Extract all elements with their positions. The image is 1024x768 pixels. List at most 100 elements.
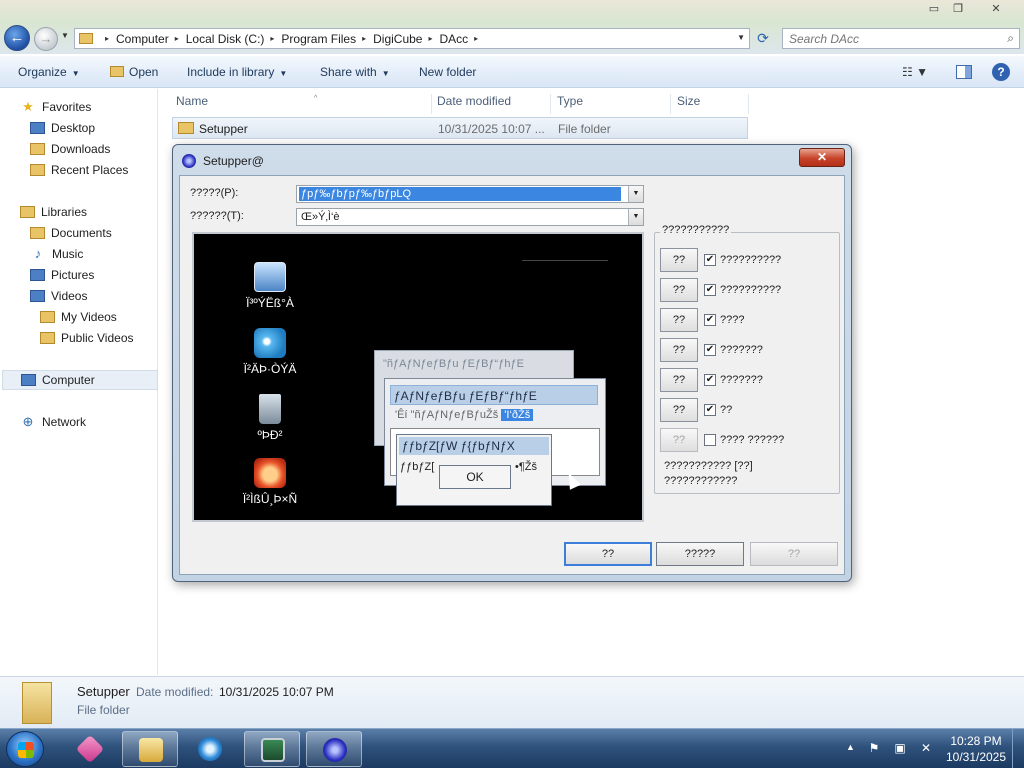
option-checkbox-2[interactable]: ✔: [704, 284, 716, 296]
column-header-date-modified[interactable]: Date modified: [437, 94, 551, 114]
preview-icon-recycle-bin[interactable]: ºÞÐ²: [230, 394, 310, 442]
preview-icon-network[interactable]: Ï²ÌßÛ¸Þ×Ñ: [230, 458, 310, 506]
taskbar-setupper[interactable]: [306, 731, 362, 767]
option-button-7[interactable]: ??: [660, 428, 698, 452]
recent-pages-button[interactable]: ▼: [61, 31, 69, 40]
change-view-button[interactable]: ☷ ▼: [902, 65, 928, 79]
folder-icon: [178, 122, 194, 134]
taskbar-monitor-app[interactable]: [244, 731, 300, 767]
address-bar[interactable]: ▸ Computer ▸ Local Disk (C:) ▸ Program File…: [74, 28, 750, 49]
breadcrumb-label[interactable]: DigiCube: [373, 32, 422, 46]
breadcrumb-label[interactable]: DAcc: [440, 32, 469, 46]
breadcrumb-local-disk[interactable]: ▸ Local Disk (C:): [169, 32, 265, 46]
nav-pictures[interactable]: Pictures: [30, 265, 94, 285]
nav-libraries[interactable]: Libraries: [20, 202, 87, 222]
taskbar-browser[interactable]: [182, 731, 238, 767]
clock-time[interactable]: 10:28 PM: [948, 734, 1004, 748]
column-header-size[interactable]: Size: [677, 94, 749, 114]
start-button[interactable]: [6, 731, 44, 767]
nav-documents[interactable]: Documents: [30, 223, 112, 243]
preview-icon-documents[interactable]: Ï²ÄÞ·­ÒÝÄ: [230, 328, 310, 376]
preview-ok-button[interactable]: OK: [439, 465, 511, 489]
breadcrumb-digicube[interactable]: ▸ DigiCube: [356, 32, 422, 46]
breadcrumb-label[interactable]: Computer: [116, 32, 169, 46]
help-icon[interactable]: ?: [992, 63, 1010, 81]
refresh-button[interactable]: ⟳: [752, 28, 774, 49]
include-in-library-label: Include in library: [187, 65, 275, 79]
close-window-button[interactable]: ✕: [972, 0, 1020, 18]
option-button-2[interactable]: ??: [660, 278, 698, 302]
nav-public-videos[interactable]: Public Videos: [40, 328, 134, 348]
action-center-flag-icon[interactable]: ⚑: [866, 741, 882, 755]
organize-button[interactable]: Organize ▼: [18, 65, 80, 79]
breadcrumb-separator[interactable]: ▸: [105, 34, 109, 43]
search-icon[interactable]: ⌕: [1007, 31, 1014, 46]
column-header-name[interactable]: Name ^: [176, 94, 432, 114]
back-button[interactable]: ←: [4, 25, 30, 51]
option-button-6[interactable]: ??: [660, 398, 698, 422]
chevron-down-icon[interactable]: ▼: [628, 209, 643, 225]
chevron-down-icon[interactable]: ▼: [628, 186, 643, 202]
dialog-close-button[interactable]: ✕: [799, 148, 845, 167]
breadcrumb-separator[interactable]: ▸: [362, 34, 366, 43]
address-dropdown-icon[interactable]: ▼: [737, 33, 745, 42]
nav-videos[interactable]: Videos: [30, 286, 87, 306]
search-input[interactable]: [783, 29, 993, 48]
show-desktop-button[interactable]: [1012, 729, 1024, 768]
nav-desktop[interactable]: Desktop: [30, 118, 95, 138]
nav-my-videos[interactable]: My Videos: [40, 307, 117, 327]
nav-label: Public Videos: [61, 331, 134, 345]
documents-icon: [30, 227, 45, 239]
nav-favorites[interactable]: ★ Favorites: [20, 97, 91, 117]
dialog-cancel-button[interactable]: ?????: [656, 542, 744, 566]
nav-recent-places[interactable]: Recent Places: [30, 160, 128, 180]
minimize-button[interactable]: ▭: [922, 0, 946, 18]
option-button-3[interactable]: ??: [660, 308, 698, 332]
table-row[interactable]: Setupper 10/31/2025 10:07 ... File folde…: [172, 117, 748, 139]
option-checkbox-5[interactable]: ✔: [704, 374, 716, 386]
breadcrumb-label[interactable]: Program Files: [281, 32, 356, 46]
breadcrumb-label[interactable]: Local Disk (C:): [186, 32, 265, 46]
maximize-button[interactable]: ❐: [946, 0, 970, 18]
breadcrumb-separator[interactable]: ▸: [428, 34, 432, 43]
preview-message-box[interactable]: ƒƒbƒZ[ƒW ƒ{ƒbƒNƒX ƒƒbƒZ[ •¶Žš OK: [396, 434, 552, 506]
option-checkbox-1[interactable]: ✔: [704, 254, 716, 266]
dialog-ok-button[interactable]: ??: [564, 542, 652, 566]
option-button-4[interactable]: ??: [660, 338, 698, 362]
nav-music[interactable]: ♪ Music: [30, 244, 84, 264]
breadcrumb-separator[interactable]: ▸: [474, 34, 478, 43]
volume-muted-icon[interactable]: ✕: [918, 741, 934, 755]
nav-downloads[interactable]: Downloads: [30, 139, 110, 159]
option-button-1[interactable]: ??: [660, 248, 698, 272]
include-in-library-button[interactable]: Include in library ▼: [187, 65, 287, 79]
option-checkbox-6[interactable]: ✔: [704, 404, 716, 416]
forward-button[interactable]: →: [34, 27, 58, 51]
taskbar-explorer[interactable]: [122, 731, 178, 767]
open-button[interactable]: Open: [110, 65, 158, 79]
preview-icon-computer[interactable]: Ï³ºÝËß­°À: [230, 262, 310, 310]
clock-date[interactable]: 10/31/2025: [940, 750, 1012, 764]
breadcrumb-dacc[interactable]: ▸ DAcc ▸: [422, 32, 485, 46]
search-box[interactable]: ⌕: [782, 28, 1020, 49]
column-header-type[interactable]: Type: [557, 94, 671, 114]
dialog-apply-button[interactable]: ??: [750, 542, 838, 566]
breadcrumb-separator[interactable]: ▸: [175, 34, 179, 43]
nav-network[interactable]: ⊕ Network: [20, 412, 86, 432]
preview-inactive-title: "ñƒAƒNƒeƒBƒu ƒEƒBƒ“ƒhƒE: [383, 358, 524, 370]
breadcrumb-program-files[interactable]: ▸ Program Files: [264, 32, 356, 46]
option-button-5[interactable]: ??: [660, 368, 698, 392]
show-hidden-icons-button[interactable]: ▲: [846, 742, 855, 752]
breadcrumb-computer[interactable]: ▸ Computer: [99, 32, 169, 46]
theme-combobox[interactable]: Œ»Ý‚Ì‘è ▼: [296, 208, 644, 226]
new-folder-button[interactable]: New folder: [419, 65, 476, 79]
breadcrumb-separator[interactable]: ▸: [270, 34, 274, 43]
preset-combobox[interactable]: ƒpƒ‰ƒbƒpƒ‰ƒbƒpLQ ▼: [296, 185, 644, 203]
option-checkbox-3[interactable]: ✔: [704, 314, 716, 326]
network-status-icon[interactable]: ▣: [892, 741, 908, 755]
nav-computer[interactable]: Computer: [2, 370, 158, 390]
preview-pane-icon[interactable]: [956, 65, 972, 79]
taskbar-app-pink[interactable]: [62, 731, 118, 767]
option-checkbox-7[interactable]: [704, 434, 716, 446]
share-with-button[interactable]: Share with ▼: [320, 65, 390, 79]
option-checkbox-4[interactable]: ✔: [704, 344, 716, 356]
